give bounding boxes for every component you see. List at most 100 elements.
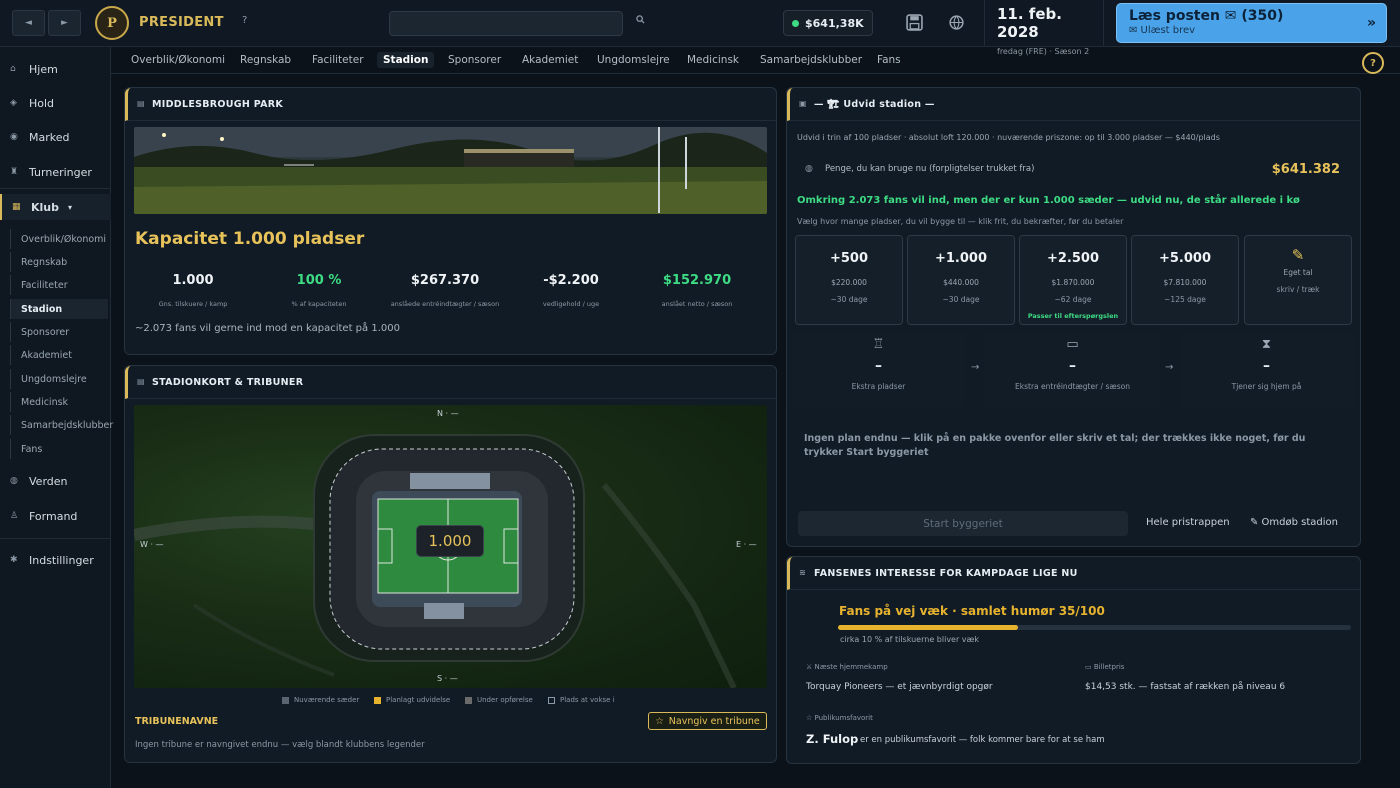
sidebar-item-formand[interactable]: ♙ Formand bbox=[0, 503, 111, 529]
search-input[interactable] bbox=[389, 11, 623, 36]
sidebar-divider bbox=[0, 538, 111, 539]
sidebar-sub-akademiet[interactable]: Akademiet bbox=[10, 345, 108, 365]
tab-overblik[interactable]: Overblik/Økonomi bbox=[125, 52, 231, 68]
stat-label: vedligehold / uge bbox=[542, 300, 600, 308]
flow-value: – bbox=[1263, 358, 1270, 374]
capacity-title: Kapacitet 1.000 pladser bbox=[135, 229, 365, 249]
save-icon[interactable] bbox=[906, 14, 923, 35]
package-5000-button[interactable]: +5.000 $7.810.000 ~125 dage bbox=[1131, 235, 1239, 325]
legend-label: Planlagt udvidelse bbox=[386, 696, 451, 704]
expand-title: — 🏗 Udvid stadion — bbox=[814, 99, 935, 110]
club-tabs: Overblik/Økonomi Regnskab Faciliteter St… bbox=[111, 47, 1400, 74]
tab-medicinsk[interactable]: Medicinsk bbox=[681, 52, 745, 68]
match-icon: ⚔ bbox=[806, 663, 815, 671]
sidebar-item-turneringer[interactable]: ♜ Turneringer bbox=[0, 159, 111, 185]
gear-icon: ✱ bbox=[10, 555, 18, 565]
sidebar-sub-fans[interactable]: Fans bbox=[10, 439, 108, 459]
sidebar-divider bbox=[0, 188, 111, 189]
sidebar-item-label: Hjem bbox=[29, 62, 58, 76]
sidebar-item-hjem[interactable]: ⌂ Hjem bbox=[0, 56, 111, 82]
search-icon[interactable] bbox=[636, 15, 645, 27]
read-mail-button[interactable]: Læs posten ✉ (350) ✉ Ulæst brev » bbox=[1116, 3, 1387, 43]
theme-icon[interactable] bbox=[948, 14, 965, 35]
package-size: +1.000 bbox=[934, 251, 987, 266]
help-button[interactable]: ? bbox=[1362, 52, 1384, 74]
fans-panel: ≋ FANSENES INTERESSE FOR KAMPDAGE LIGE NU bbox=[786, 556, 1361, 764]
sidebar-item-klub[interactable]: ▦ Klub ▾ bbox=[0, 194, 111, 220]
top-bar: ◄ ► P PRESIDENT ? $641,38K 11. feb. 2028… bbox=[0, 0, 1400, 56]
package-1000-button[interactable]: +1.000 $440.000 ~30 dage bbox=[907, 235, 1015, 325]
package-size: +500 bbox=[829, 251, 869, 266]
mail-title: Læs posten ✉ (350) bbox=[1129, 8, 1284, 24]
sidebar-sub-samarbejdsklubber[interactable]: Samarbejdsklubber bbox=[10, 415, 113, 435]
sidebar-sub-ungdomslejre[interactable]: Ungdomslejre bbox=[10, 369, 108, 389]
start-build-button[interactable]: Start byggeriet bbox=[798, 511, 1128, 536]
package-price: $220.000 bbox=[831, 278, 867, 287]
tab-sponsorer[interactable]: Sponsorer bbox=[442, 52, 507, 68]
app-name: PRESIDENT bbox=[139, 15, 224, 30]
mood-bar-fill bbox=[838, 625, 1018, 630]
sidebar-sub-sponsorer[interactable]: Sponsorer bbox=[10, 322, 108, 342]
custom-amount-button[interactable]: ✎ Eget tal skriv / træk bbox=[1244, 235, 1352, 325]
globe-icon: ◍ bbox=[10, 476, 18, 486]
tab-fans[interactable]: Fans bbox=[871, 52, 907, 68]
back-button[interactable]: ◄ bbox=[12, 10, 45, 36]
mood-note: cirka 10 % af tilskuerne bliver væk bbox=[840, 635, 980, 644]
legend-planned: Planlagt udvidelse bbox=[374, 696, 450, 704]
fans-panel-header: ≋ FANSENES INTERESSE FOR KAMPDAGE LIGE NU bbox=[787, 557, 1360, 590]
price-ladder-link[interactable]: Hele pristrappen bbox=[1146, 517, 1230, 528]
package-duration: ~62 dage bbox=[1054, 295, 1092, 304]
tab-samarbejdsklubber[interactable]: Samarbejdsklubber bbox=[754, 52, 868, 68]
funds-value: $641.382 bbox=[1271, 162, 1340, 177]
package-size: +5.000 bbox=[1158, 251, 1211, 266]
park-panel-header: ▤ MIDDLESBROUGH PARK bbox=[125, 88, 776, 121]
tab-regnskab[interactable]: Regnskab bbox=[234, 52, 297, 68]
arrow-right-icon: → bbox=[1165, 362, 1174, 373]
chevron-down-icon: ▾ bbox=[68, 202, 73, 212]
stadium-icon: ▤ bbox=[137, 99, 145, 108]
sidebar-sub-medicinsk[interactable]: Medicinsk bbox=[10, 392, 108, 412]
flow-extra-income: ▭ – Ekstra entréindtægter / sæson bbox=[985, 333, 1160, 407]
tab-faciliteter[interactable]: Faciliteter bbox=[306, 52, 370, 68]
tab-stadion[interactable]: Stadion bbox=[377, 52, 435, 68]
sidebar-sub-faciliteter[interactable]: Faciliteter bbox=[10, 275, 108, 295]
choose-note: Vælg hvor mange pladser, du vil bygge ti… bbox=[797, 217, 1124, 226]
flow-extra-seats: ♖ – Ekstra pladser bbox=[791, 333, 966, 407]
fans-icon: ≋ bbox=[799, 568, 807, 577]
sidebar-item-hold[interactable]: ◈ Hold bbox=[0, 90, 111, 116]
rename-stadium-link[interactable]: ✎ Omdøb stadion bbox=[1250, 517, 1338, 528]
name-stand-button[interactable]: ☆ Navngiv en tribune bbox=[648, 712, 767, 730]
sidebar-item-indstillinger[interactable]: ✱ Indstillinger bbox=[0, 547, 111, 573]
package-500-button[interactable]: +500 $220.000 ~30 dage bbox=[795, 235, 903, 325]
package-price: $1.870.000 bbox=[1051, 278, 1095, 287]
demand-message: Omkring 2.073 fans vil ind, men der er k… bbox=[797, 195, 1300, 206]
sidebar-item-label: Indstillinger bbox=[29, 553, 94, 567]
stadium-map[interactable]: 1.000 N · — S · — W · — E · — bbox=[134, 405, 767, 688]
map-capacity-badge: 1.000 bbox=[416, 525, 484, 557]
map-panel-header: ▤ STADIONKORT & TRIBUNER bbox=[125, 366, 776, 399]
legend-room: Plads at vokse i bbox=[548, 696, 615, 704]
forward-button[interactable]: ► bbox=[48, 10, 81, 36]
pencil-icon: ✎ bbox=[1291, 246, 1305, 264]
balance-display[interactable]: $641,38K bbox=[783, 10, 873, 36]
expand-intro: Udvid i trin af 100 pladser · absolut lo… bbox=[797, 133, 1220, 142]
balance-status-dot bbox=[792, 19, 799, 27]
sidebar-item-verden[interactable]: ◍ Verden bbox=[0, 468, 111, 494]
stat-value: -$2.200 bbox=[543, 273, 599, 288]
hourglass-icon: ⧗ bbox=[1261, 337, 1272, 352]
tab-ungdomslejre[interactable]: Ungdomslejre bbox=[591, 52, 676, 68]
sidebar-sub-stadion[interactable]: Stadion bbox=[10, 299, 108, 319]
expand-panel-header: ▣ — 🏗 Udvid stadion — bbox=[787, 88, 1360, 121]
stat-value: $267.370 bbox=[410, 273, 480, 288]
help-link[interactable]: ? bbox=[242, 15, 247, 26]
sidebar-item-marked[interactable]: ◉ Marked bbox=[0, 124, 111, 150]
sidebar-sub-overblik[interactable]: Overblik/Økonomi bbox=[10, 229, 108, 249]
club-logo[interactable]: P bbox=[95, 6, 129, 40]
tab-akademiet[interactable]: Akademiet bbox=[516, 52, 584, 68]
package-tag: Passer til efterspørgslen bbox=[1027, 312, 1119, 320]
package-2500-button[interactable]: +2.500 $1.870.000 ~62 dage Passer til efter… bbox=[1019, 235, 1127, 325]
star-icon: ☆ bbox=[655, 715, 664, 727]
stat-label: % af kapaciteten bbox=[291, 300, 347, 308]
app-root: ◄ ► P PRESIDENT ? $641,38K 11. feb. 2028… bbox=[0, 0, 1400, 788]
sidebar-sub-regnskab[interactable]: Regnskab bbox=[10, 252, 108, 272]
